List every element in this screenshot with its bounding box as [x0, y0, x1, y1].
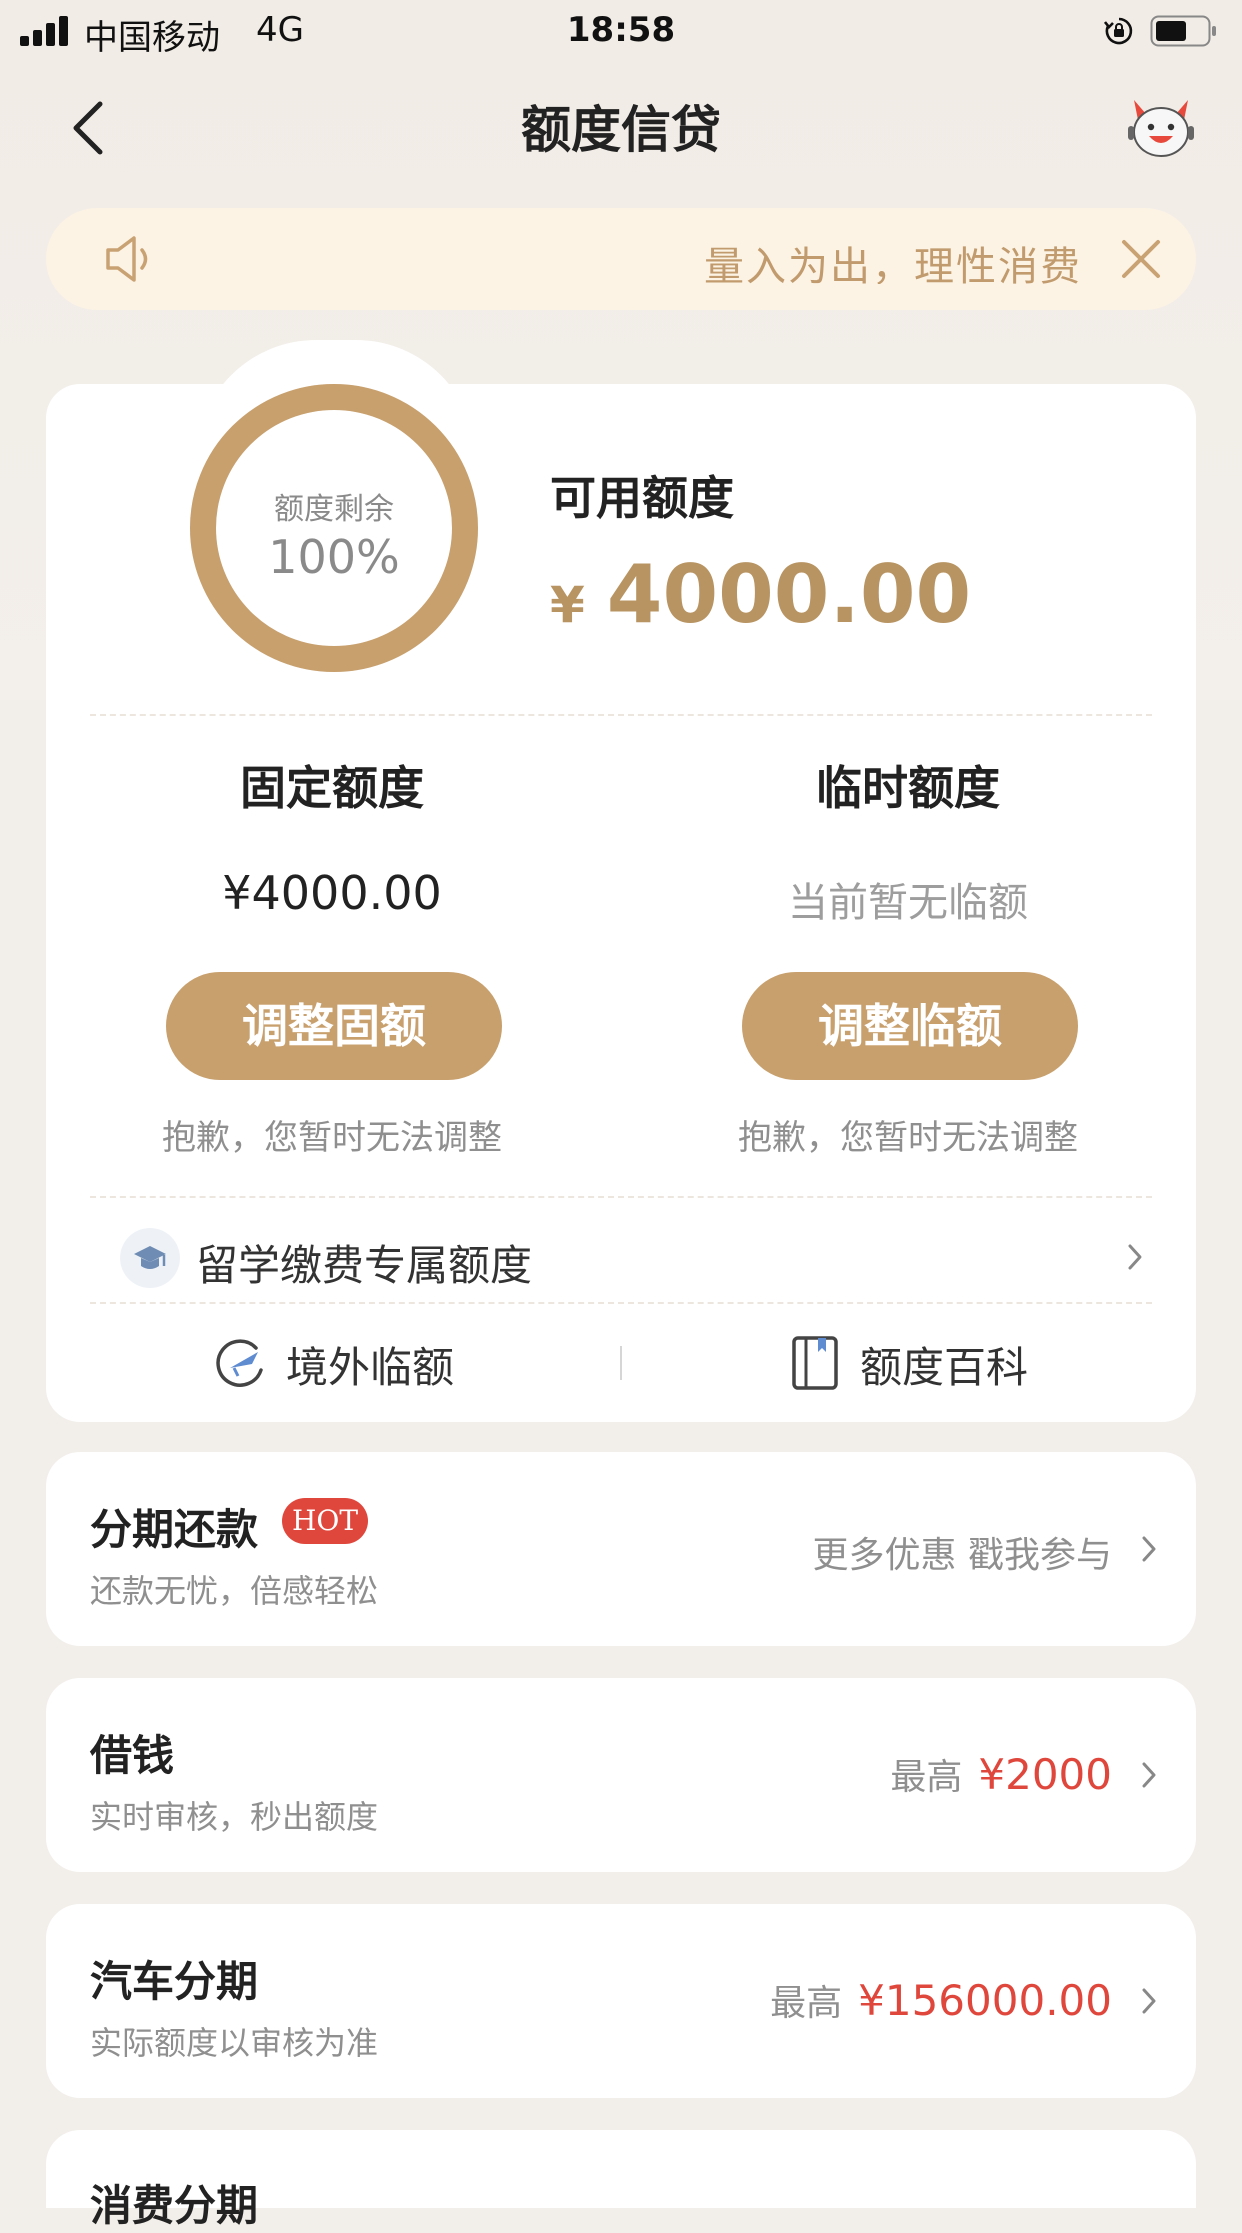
status-time: 18:58: [566, 10, 676, 50]
fixed-credit-title: 固定额度: [240, 761, 424, 815]
car-loan-subtitle: 实际额度以审核为准: [90, 2024, 379, 2062]
chevron-right-icon: [1142, 1762, 1156, 1788]
remaining-ring: [190, 384, 478, 672]
fixed-credit-note: 抱歉，您暂时无法调整: [162, 1118, 502, 1158]
study-abroad-label: 留学缴费专属额度: [196, 1241, 533, 1290]
installment-card[interactable]: 分期还款 HOT 还款无忧，倍感轻松 更多优惠 戳我参与: [46, 1452, 1196, 1646]
graduation-cap-icon: [120, 1228, 180, 1288]
car-loan-limit: 最高 ¥156000.00: [770, 1974, 1112, 2026]
divider: [90, 1196, 1152, 1198]
plane-globe-icon: [216, 1339, 263, 1387]
battery-icon: [1150, 15, 1216, 47]
borrow-limit: 最高 ¥2000: [890, 1748, 1112, 1800]
installment-title: 分期还款: [90, 1505, 259, 1554]
overseas-credit-label: 境外临额: [286, 1343, 455, 1392]
installment-subtitle: 还款无忧，倍感轻松: [90, 1572, 379, 1610]
divider: [90, 714, 1152, 716]
credit-wiki-label: 额度百科: [860, 1343, 1029, 1392]
notice-bar[interactable]: 量入为出，理性消费: [46, 208, 1196, 310]
close-icon[interactable]: [1120, 238, 1162, 280]
consumer-installment-card[interactable]: 消费分期: [46, 2130, 1196, 2230]
mascot-icon[interactable]: [1124, 92, 1198, 162]
chevron-right-icon: [1142, 1988, 1156, 2014]
available-credit-label: 可用额度: [550, 471, 734, 525]
borrow-title: 借钱: [90, 1731, 175, 1780]
consumer-installment-title: 消费分期: [90, 2181, 259, 2230]
currency-symbol: ¥: [550, 576, 585, 634]
page-title: 额度信贷: [521, 101, 721, 159]
fixed-credit-value: ¥4000.00: [222, 866, 442, 920]
notice-text: 量入为出，理性消费: [704, 244, 1082, 284]
available-credit-amount: ¥4000.00: [550, 548, 971, 641]
status-bar: 中国移动 4G 18:58: [0, 0, 1242, 62]
orientation-lock-icon: [1104, 17, 1133, 45]
chevron-right-icon: [1142, 1536, 1156, 1562]
ring-label: 额度剩余: [274, 492, 394, 527]
nav-bar: 额度信贷: [0, 62, 1242, 182]
book-icon: [792, 1336, 838, 1390]
temp-credit-title: 临时额度: [816, 761, 1000, 815]
car-loan-limit-prefix: 最高: [770, 1983, 843, 2024]
borrow-limit-prefix: 最高: [890, 1757, 963, 1798]
borrow-card[interactable]: 借钱 实时审核，秒出额度 最高 ¥2000: [46, 1678, 1196, 1872]
available-amount-value: 4000.00: [606, 548, 972, 641]
borrow-subtitle: 实时审核，秒出额度: [90, 1798, 379, 1836]
links-divider: [620, 1346, 622, 1380]
adjust-fixed-button[interactable]: 调整固额: [166, 972, 502, 1080]
temp-credit-value: 当前暂无临额: [788, 880, 1028, 926]
adjust-temp-button[interactable]: 调整临额: [742, 972, 1078, 1080]
car-loan-limit-value: ¥156000.00: [858, 1976, 1112, 2025]
chevron-right-icon: [1128, 1244, 1142, 1270]
borrow-limit-value: ¥2000: [978, 1750, 1112, 1799]
car-loan-title: 汽车分期: [90, 1957, 259, 2006]
temp-credit-note: 抱歉，您暂时无法调整: [738, 1118, 1078, 1158]
installment-promo: 更多优惠 戳我参与: [812, 1535, 1112, 1576]
divider: [90, 1302, 1152, 1304]
hot-badge: HOT: [282, 1498, 368, 1544]
speaker-icon: [106, 236, 148, 282]
ring-percent: 100%: [268, 530, 400, 584]
car-loan-card[interactable]: 汽车分期 实际额度以审核为准 最高 ¥156000.00: [46, 1904, 1196, 2098]
